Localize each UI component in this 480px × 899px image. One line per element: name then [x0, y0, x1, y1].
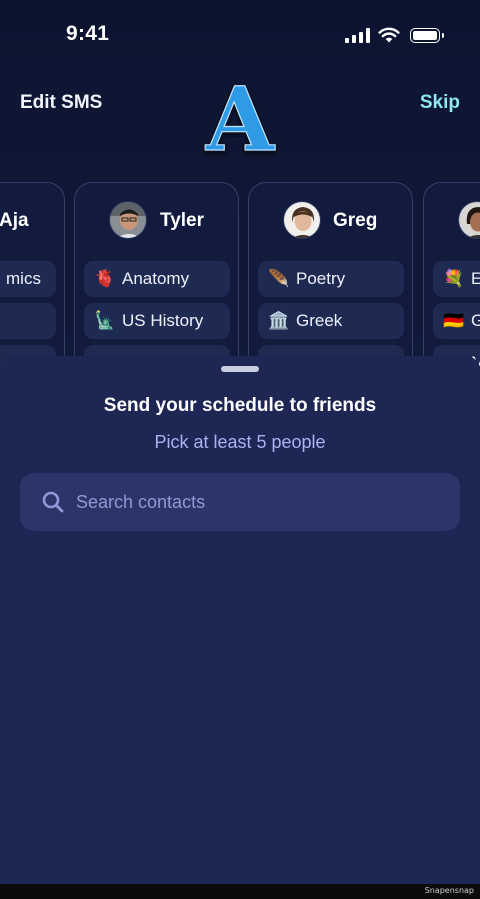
friend-card[interactable]: Tyler 🫀 Anatomy 🗽 US History	[74, 182, 239, 380]
subject-chip: 🗽 US History	[84, 303, 230, 339]
status-bar: 9:41	[0, 0, 480, 70]
feather-icon: 🪶	[268, 269, 290, 288]
avatar	[109, 201, 147, 239]
card-header	[424, 201, 480, 241]
sheet-grabber-handle[interactable]	[221, 366, 259, 372]
card-header: Tyler	[75, 201, 238, 241]
subject-chip: 💐 E	[433, 261, 480, 297]
classical-building-icon: 🏛️	[268, 311, 290, 330]
bouquet-icon: 💐	[443, 269, 465, 288]
friend-card[interactable]: Greg 🪶 Poetry 🏛️ Greek	[248, 182, 413, 380]
card-header: Aja	[0, 201, 64, 241]
top-area: 9:41 Edit SMS A A Skip Aja mics Tyler 🫀 …	[0, 0, 480, 380]
avatar	[283, 201, 321, 239]
statue-of-liberty-icon: 🗽	[94, 311, 116, 330]
nav-bar: Edit SMS A A Skip	[0, 78, 480, 160]
germany-flag-icon: 🇩🇪	[443, 311, 465, 330]
sheet-subtitle: Pick at least 5 people	[154, 432, 326, 452]
status-time: 9:41	[66, 22, 110, 45]
subject-chip: 🏛️ Greek	[258, 303, 404, 339]
friend-name: Tyler	[160, 210, 205, 231]
heart-organ-icon: 🫀	[94, 269, 116, 288]
wifi-icon	[378, 27, 400, 43]
subject-label: Poetry	[296, 269, 346, 288]
subject-chip: 🫀 Anatomy	[84, 261, 230, 297]
subject-label: G	[471, 311, 480, 330]
friend-cards-carousel[interactable]: Aja mics Tyler 🫀 Anatomy 🗽 US History Gr…	[0, 182, 480, 380]
subject-label: US History	[122, 311, 204, 330]
logo-letter: A	[205, 78, 276, 160]
search-input[interactable]	[76, 473, 446, 531]
subject-chip: 🇩🇪 G	[433, 303, 480, 339]
skip-button[interactable]: Skip	[420, 92, 460, 114]
friend-name: Greg	[333, 210, 378, 231]
avatar	[458, 201, 480, 239]
app-logo-letter: A A	[202, 78, 278, 160]
friend-name: Aja	[0, 210, 29, 231]
edit-sms-button[interactable]: Edit SMS	[20, 92, 102, 114]
subject-label: Anatomy	[122, 269, 190, 288]
card-header: Greg	[249, 201, 412, 241]
friend-card[interactable]: Aja mics	[0, 182, 65, 380]
subject-label: Greek	[296, 311, 343, 330]
cellular-signal-icon	[345, 27, 370, 43]
search-bar[interactable]	[20, 473, 460, 531]
search-icon	[42, 491, 64, 513]
subject-chip: mics	[0, 261, 56, 297]
subject-label: E	[471, 269, 480, 288]
subject-label: mics	[6, 269, 41, 288]
watermark-text: Snapensnap	[424, 886, 474, 895]
friend-card[interactable]: 💐 E 🇩🇪 G M	[423, 182, 480, 380]
footer-bar: Snapensnap	[0, 884, 480, 899]
sheet-title: Send your schedule to friends	[103, 395, 377, 416]
status-icons	[345, 27, 444, 43]
bottom-sheet: Send your schedule to friends Pick at le…	[0, 356, 480, 884]
battery-icon	[410, 27, 444, 43]
subject-chip	[0, 303, 56, 339]
subject-chip: 🪶 Poetry	[258, 261, 404, 297]
